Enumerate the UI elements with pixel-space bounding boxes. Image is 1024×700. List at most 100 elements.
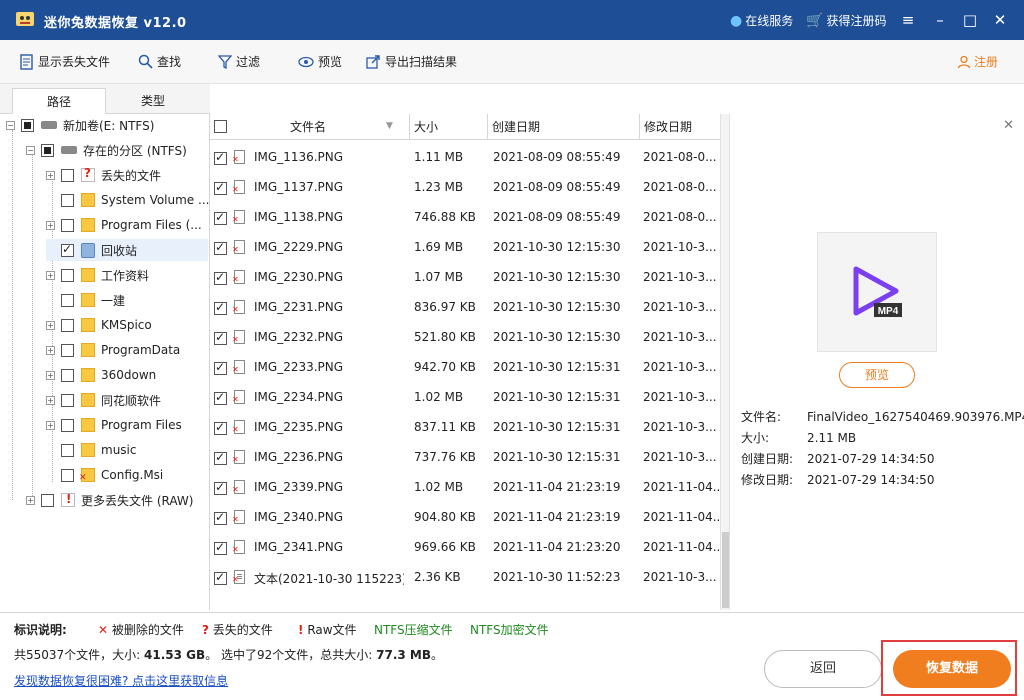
recover-data-button[interactable]: 恢复数据: [893, 650, 1011, 688]
expand-icon[interactable]: +: [26, 495, 35, 505]
tree-node-volume[interactable]: − 新加卷(E: NTFS): [6, 114, 154, 136]
row-checkbox[interactable]: [214, 240, 227, 255]
scrollbar-thumb[interactable]: [722, 532, 729, 608]
online-service-link[interactable]: ● 在线服务: [730, 12, 793, 29]
tree-node-lost-files[interactable]: + 丢失的文件: [46, 164, 161, 186]
tree-checkbox[interactable]: [61, 343, 74, 357]
tree-checkbox[interactable]: [61, 443, 74, 457]
row-checkbox[interactable]: [214, 210, 227, 225]
header-modified[interactable]: 修改日期: [640, 114, 720, 140]
row-checkbox[interactable]: [214, 360, 227, 375]
table-row[interactable]: IMG_2231.PNG 836.97 KB 2021-10-30 12:15:…: [210, 292, 720, 322]
expand-icon[interactable]: +: [46, 170, 55, 180]
tree-node-programdata[interactable]: + ProgramData: [46, 339, 180, 361]
show-lost-files-button[interactable]: 显示丢失文件: [20, 53, 110, 70]
table-row[interactable]: IMG_2233.PNG 942.70 KB 2021-10-30 12:15:…: [210, 352, 720, 382]
table-row[interactable]: IMG_1137.PNG 1.23 MB 2021-08-09 08:55:49…: [210, 172, 720, 202]
row-checkbox[interactable]: [214, 480, 227, 495]
find-button[interactable]: 查找: [138, 53, 181, 70]
close-icon[interactable]: ✕: [990, 10, 1010, 30]
row-checkbox[interactable]: [214, 270, 227, 285]
expand-icon[interactable]: +: [46, 370, 55, 380]
tree-node-work-docs[interactable]: + 工作资料: [46, 264, 149, 286]
tree-checkbox[interactable]: [61, 368, 74, 382]
tree-checkbox[interactable]: [61, 268, 74, 282]
file-list-scrollbar[interactable]: [720, 114, 730, 610]
header-created[interactable]: 创建日期: [488, 114, 640, 140]
tree-checkbox[interactable]: [61, 218, 74, 232]
tree-checkbox[interactable]: [61, 193, 74, 207]
tree-node-program-files[interactable]: + Program Files: [46, 414, 182, 436]
row-checkbox[interactable]: [214, 450, 227, 465]
header-size[interactable]: 大小: [410, 114, 488, 140]
row-checkbox[interactable]: [214, 150, 227, 165]
tree-node-system-volume[interactable]: System Volume ...: [46, 189, 209, 211]
table-row[interactable]: IMG_1136.PNG 1.11 MB 2021-08-09 08:55:49…: [210, 142, 720, 172]
tree-checkbox[interactable]: [61, 418, 74, 432]
row-checkbox[interactable]: [214, 300, 227, 315]
header-name-cell[interactable]: 文件名 ▼: [210, 114, 410, 140]
tree-checkbox[interactable]: [41, 143, 54, 157]
tab-path[interactable]: 路径: [12, 88, 106, 114]
collapse-icon[interactable]: −: [6, 120, 15, 130]
row-checkbox[interactable]: [214, 420, 227, 435]
table-row[interactable]: IMG_2236.PNG 737.76 KB 2021-10-30 12:15:…: [210, 442, 720, 472]
maximize-icon[interactable]: □: [960, 10, 980, 30]
tree-node-music[interactable]: music: [46, 439, 136, 461]
sort-arrow-icon[interactable]: ▼: [386, 113, 393, 139]
tree-checkbox[interactable]: [41, 493, 54, 507]
row-checkbox[interactable]: [214, 330, 227, 345]
tree-checkbox[interactable]: [61, 468, 74, 482]
menu-icon[interactable]: ≡: [898, 10, 918, 30]
table-row[interactable]: IMG_2229.PNG 1.69 MB 2021-10-30 12:15:30…: [210, 232, 720, 262]
table-row[interactable]: IMG_2235.PNG 837.11 KB 2021-10-30 12:15:…: [210, 412, 720, 442]
export-results-button[interactable]: 导出扫描结果: [366, 53, 457, 70]
table-row[interactable]: IMG_2232.PNG 521.80 KB 2021-10-30 12:15:…: [210, 322, 720, 352]
help-link[interactable]: 发现数据恢复很困难? 点击这里获取信息: [14, 672, 228, 689]
expand-icon[interactable]: +: [46, 395, 55, 405]
tree-node-raw-files[interactable]: + 更多丢失文件 (RAW): [26, 489, 193, 511]
close-preview-icon[interactable]: ✕: [1003, 118, 1014, 133]
row-checkbox[interactable]: [214, 390, 227, 405]
table-row[interactable]: IMG_2340.PNG 904.80 KB 2021-11-04 21:23:…: [210, 502, 720, 532]
tree-checkbox[interactable]: [61, 293, 74, 307]
preview-button[interactable]: 预览: [839, 362, 915, 388]
get-code-link[interactable]: 🛒 获得注册码: [806, 12, 886, 29]
tab-type[interactable]: 类型: [106, 88, 200, 114]
tree-node-kmspico[interactable]: + KMSpico: [46, 314, 152, 336]
row-checkbox[interactable]: [214, 180, 227, 195]
back-button[interactable]: 返回: [764, 650, 882, 688]
table-row[interactable]: IMG_2341.PNG 969.66 KB 2021-11-04 21:23:…: [210, 532, 720, 562]
tree-node-tonghuashun[interactable]: + 同花顺软件: [46, 389, 161, 411]
tree-checkbox[interactable]: [61, 168, 74, 182]
minimize-icon[interactable]: –: [930, 10, 950, 30]
collapse-icon[interactable]: −: [26, 145, 35, 155]
table-row[interactable]: IMG_1138.PNG 746.88 KB 2021-08-09 08:55:…: [210, 202, 720, 232]
select-all-checkbox[interactable]: [214, 120, 227, 133]
table-row[interactable]: IMG_2339.PNG 1.02 MB 2021-11-04 21:23:19…: [210, 472, 720, 502]
tree-node-config-msi[interactable]: Config.Msi: [46, 464, 163, 486]
expand-icon[interactable]: +: [46, 345, 55, 355]
preview-toolbar-button[interactable]: 预览: [298, 53, 342, 70]
table-row[interactable]: 文本(2021-10-30 115223)... 2.36 KB 2021-10…: [210, 562, 720, 592]
table-row[interactable]: IMG_2234.PNG 1.02 MB 2021-10-30 12:15:31…: [210, 382, 720, 412]
row-checkbox[interactable]: [214, 510, 227, 525]
tree-checkbox[interactable]: [61, 318, 74, 332]
filter-button[interactable]: 过滤: [218, 53, 260, 70]
expand-icon[interactable]: +: [46, 220, 55, 230]
tree-node-360down[interactable]: + 360down: [46, 364, 156, 386]
tree-checkbox[interactable]: [61, 242, 74, 257]
tree-node-program-files-x86[interactable]: + Program Files (...: [46, 214, 202, 236]
expand-icon[interactable]: +: [46, 420, 55, 430]
row-checkbox[interactable]: [214, 540, 227, 555]
expand-icon[interactable]: +: [46, 270, 55, 280]
tree-node-yijian[interactable]: 一建: [46, 289, 125, 311]
table-row[interactable]: IMG_2230.PNG 1.07 MB 2021-10-30 12:15:30…: [210, 262, 720, 292]
tree-checkbox[interactable]: [61, 393, 74, 407]
register-link[interactable]: 注册: [957, 53, 998, 70]
tree-checkbox[interactable]: [21, 118, 34, 132]
row-checkbox[interactable]: [214, 570, 227, 585]
tree-node-recycle-bin[interactable]: 回收站: [46, 239, 208, 261]
expand-icon[interactable]: +: [46, 320, 55, 330]
tree-node-existing-partition[interactable]: − 存在的分区 (NTFS): [26, 139, 187, 161]
